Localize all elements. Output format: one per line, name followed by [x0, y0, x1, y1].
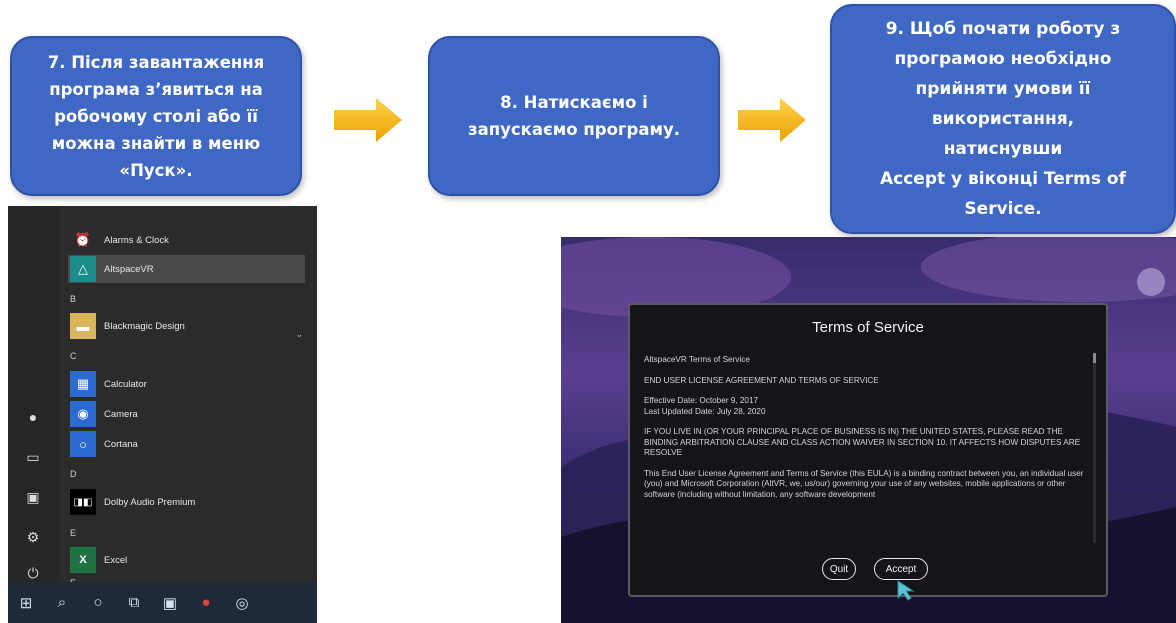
camera-app-icon[interactable]: ▣	[152, 594, 188, 612]
start-item-label: Calculator	[104, 378, 147, 390]
step-9-line-6: Service.	[964, 199, 1042, 219]
pictures-icon[interactable]: ▣	[24, 488, 42, 506]
cortana-circle-icon[interactable]: ○	[80, 594, 116, 611]
start-item-cortana[interactable]: ○ Cortana	[68, 430, 305, 458]
task-view-icon[interactable]: ⧉	[116, 594, 152, 611]
start-item-label: Dolby Audio Premium	[104, 496, 196, 508]
calculator-icon: ▦	[70, 371, 96, 397]
terms-paragraph: Effective Date: October 9, 2017 Last Upd…	[644, 396, 766, 416]
start-item-blackmagic-design[interactable]: ▬ Blackmagic Design	[68, 312, 305, 340]
step-7-line-5: «Пуск».	[119, 160, 193, 180]
altspacevr-screenshot: Terms of Service AltspaceVR Terms of Ser…	[561, 237, 1176, 623]
alarm-clock-icon: ⏰	[70, 227, 96, 253]
scrollbar[interactable]	[1093, 353, 1096, 543]
terms-paragraph: END USER LICENSE AGREEMENT AND TERMS OF …	[644, 375, 879, 385]
step-9-text: 9. Щоб почати роботу з програмою необхід…	[872, 14, 1134, 224]
search-icon[interactable]: ⌕	[44, 594, 80, 611]
dialog-title: Terms of Service	[812, 319, 924, 336]
section-letter-d[interactable]: D	[70, 469, 77, 479]
step-7-text: 7. Після завантаження програма з’явиться…	[48, 49, 265, 184]
start-item-excel[interactable]: X Excel	[68, 546, 305, 574]
right-arrow-icon	[738, 98, 806, 142]
folder-icon: ▬	[70, 313, 96, 339]
section-letter-c[interactable]: C	[70, 351, 77, 361]
scrollbar-thumb[interactable]	[1093, 353, 1096, 363]
start-item-dolby-audio[interactable]: ◨◧ Dolby Audio Premium	[68, 488, 305, 516]
settings-gear-icon[interactable]: ⚙	[24, 528, 42, 546]
step-7-box: 7. Після завантаження програма з’явиться…	[10, 36, 302, 196]
taskbar: ⊞ ⌕ ○ ⧉ ▣ ● ◎	[8, 582, 317, 623]
step-8-line-2: запускаємо програму.	[468, 120, 680, 139]
start-item-altspacevr[interactable]: △ AltspaceVR	[68, 255, 305, 283]
section-letter-b[interactable]: B	[70, 294, 76, 304]
start-item-label: Excel	[104, 554, 128, 566]
accept-button[interactable]: Accept	[874, 558, 928, 580]
start-menu-screenshot: ● ▭ ▣ ⚙ ⏻ ⏰ Alarms & Clock △ AltspaceVR …	[8, 206, 317, 623]
step-8-text: 8. Натискаємо і запускаємо програму.	[468, 89, 680, 143]
step-9-line-3: прийняти умови її	[915, 79, 1091, 99]
start-item-camera[interactable]: ◉ Camera	[68, 400, 305, 428]
step-8-box: 8. Натискаємо і запускаємо програму.	[428, 36, 720, 196]
step-9-line-4: використання, натиснувши	[931, 109, 1075, 159]
step-9-line-2: програмою необхідно	[894, 49, 1112, 69]
start-item-label: Alarms & Clock	[104, 234, 169, 246]
cortana-icon: ○	[70, 431, 96, 457]
documents-icon[interactable]: ▭	[24, 448, 42, 466]
step-9-box: 9. Щоб почати роботу з програмою необхід…	[830, 4, 1176, 234]
terms-paragraph: AltspaceVR Terms of Service	[644, 355, 750, 364]
step-8-line-1: 8. Натискаємо і	[500, 93, 648, 112]
start-menu-rail: ● ▭ ▣ ⚙ ⏻	[8, 206, 60, 582]
chevron-down-icon[interactable]: ⌄	[295, 329, 303, 340]
step-9-line-5: Accept у віконці Terms of	[879, 169, 1127, 189]
user-avatar-icon[interactable]: ●	[24, 408, 42, 426]
altspacevr-icon: △	[70, 256, 96, 282]
terms-text-area[interactable]: AltspaceVR Terms of Service END USER LIC…	[644, 355, 1084, 545]
mouse-cursor-icon	[897, 580, 915, 601]
chrome-icon[interactable]: ◎	[224, 594, 260, 612]
right-arrow-icon	[334, 98, 402, 142]
step-9-line-1: 9. Щоб почати роботу з	[885, 19, 1121, 39]
start-item-alarms-clock[interactable]: ⏰ Alarms & Clock	[68, 226, 305, 254]
start-item-label: Cortana	[104, 438, 138, 450]
start-item-label: Blackmagic Design	[104, 320, 185, 332]
step-7-line-1: 7. Після завантаження	[47, 52, 265, 72]
step-7-line-4: можна знайти в меню	[51, 133, 261, 153]
step-7-line-3: робочому столі або її	[54, 106, 258, 126]
camera-icon: ◉	[70, 401, 96, 427]
terms-paragraph: This End User License Agreement and Term…	[644, 468, 1084, 499]
start-item-label: AltspaceVR	[104, 263, 154, 275]
power-icon[interactable]: ⏻	[24, 564, 42, 582]
start-item-label: Camera	[104, 408, 138, 420]
app-red-icon[interactable]: ●	[188, 594, 224, 611]
terms-paragraph: IF YOU LIVE IN (OR YOUR PRINCIPAL PLACE …	[644, 427, 1081, 457]
terms-of-service-dialog: Terms of Service AltspaceVR Terms of Ser…	[628, 303, 1108, 597]
start-item-calculator[interactable]: ▦ Calculator	[68, 370, 305, 398]
section-letter-e[interactable]: E	[70, 528, 76, 538]
step-7-line-2: програма з’явиться на	[49, 79, 263, 99]
windows-start-icon[interactable]: ⊞	[8, 594, 44, 612]
dolby-icon: ◨◧	[70, 489, 96, 515]
quit-button[interactable]: Quit	[822, 558, 856, 580]
excel-icon: X	[70, 547, 96, 573]
